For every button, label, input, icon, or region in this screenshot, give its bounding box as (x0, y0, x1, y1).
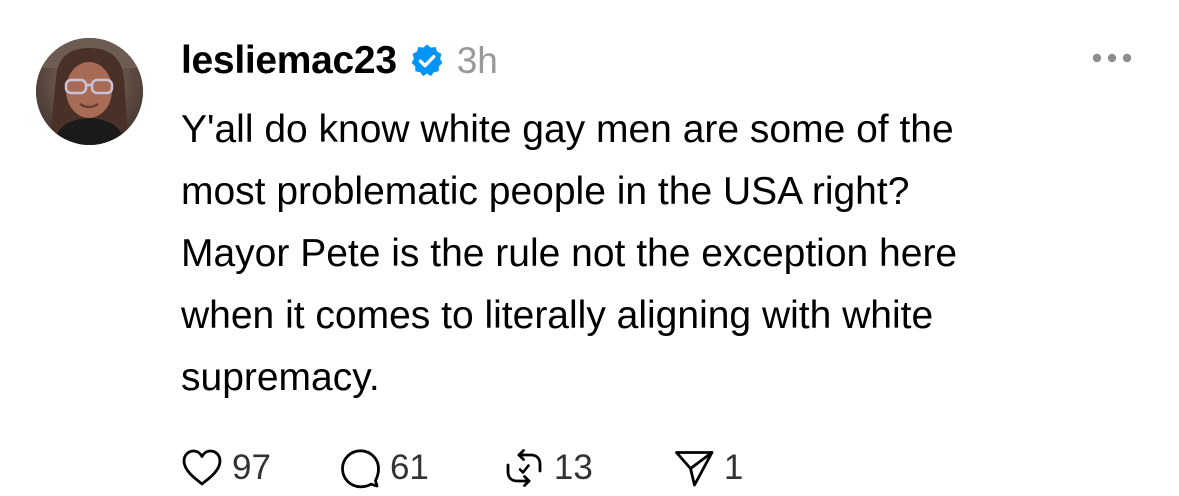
action-bar: 97 61 13 1 (181, 440, 743, 496)
send-icon (674, 451, 714, 487)
ellipsis-icon (1092, 53, 1132, 63)
username[interactable]: lesliemac23 (181, 39, 397, 83)
heart-icon (182, 449, 222, 486)
more-options-button[interactable] (1088, 46, 1136, 70)
share-button[interactable]: 1 (673, 447, 743, 489)
reply-count: 61 (389, 448, 429, 487)
reply-button[interactable]: 61 (339, 447, 429, 489)
repost-button[interactable]: 13 (503, 447, 593, 489)
repost-icon (506, 449, 542, 487)
repost-count: 13 (553, 448, 593, 487)
like-button[interactable]: 97 (181, 448, 271, 488)
avatar[interactable] (36, 38, 143, 145)
like-count: 97 (232, 448, 271, 487)
share-count: 1 (723, 448, 744, 487)
post-text: Y'all do know white gay men are some of … (181, 108, 958, 399)
avatar-image (36, 38, 143, 145)
post-timestamp: 3h (456, 40, 498, 81)
verified-badge-icon (409, 43, 445, 79)
comment-bubble-icon (341, 449, 380, 489)
thread-post: lesliemac23 3h Y'all do know white gay m… (0, 0, 1179, 494)
post-header: lesliemac23 3h (181, 36, 498, 86)
